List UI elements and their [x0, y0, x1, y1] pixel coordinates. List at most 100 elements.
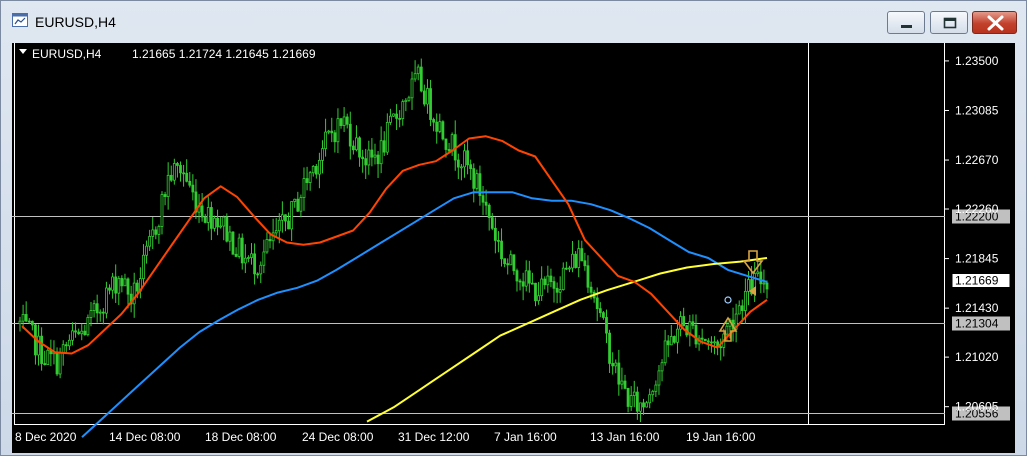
candle-body [456, 159, 460, 168]
candle-body [450, 134, 454, 152]
candle-body [657, 370, 661, 386]
window-title: EURUSD,H4 [35, 14, 116, 30]
candle-body [676, 328, 679, 343]
candle-body [24, 314, 28, 322]
candle-body [64, 344, 68, 347]
candle-body [348, 123, 352, 147]
candle-body [422, 90, 426, 105]
candle-body [163, 194, 167, 197]
candle-body [206, 207, 210, 223]
price-chart-canvas[interactable]: EURUSD,H4 1.21665 1.21724 1.21645 1.2166… [12, 43, 1015, 453]
candle-body [691, 321, 695, 326]
x-tick-label: 24 Dec 08:00 [302, 430, 374, 444]
candle-body [172, 163, 176, 181]
candle-body [287, 220, 290, 230]
candle-body [401, 101, 405, 120]
candle-body [142, 254, 145, 279]
candle-body [543, 278, 547, 286]
candle-body [253, 253, 256, 275]
y-tick-label: 1.22670 [955, 153, 999, 167]
candle-body [589, 286, 593, 293]
candle-body [438, 121, 442, 132]
candle-body [355, 137, 358, 151]
candle-body [364, 158, 368, 166]
x-tick-label: 19 Jan 16:00 [686, 430, 756, 444]
candle-body [321, 148, 324, 161]
terminal-chart-window: EURUSD,H4 EURUSD,H4 1.21665 1.21724 1.21… [0, 0, 1027, 456]
candle-body [55, 351, 59, 375]
candle-body [351, 145, 355, 151]
minimize-button[interactable] [887, 11, 925, 34]
candle-body [358, 137, 361, 158]
x-tick-label: 18 Dec 08:00 [205, 430, 277, 444]
candle-body [515, 270, 519, 282]
ma-mid-line[interactable] [81, 191, 768, 438]
candle-body [265, 239, 269, 253]
candle-body [250, 253, 253, 258]
chart-menu-triangle-icon[interactable] [19, 49, 27, 54]
candle-body [602, 312, 605, 318]
price-chart[interactable]: EURUSD,H4 1.21665 1.21724 1.21645 1.2166… [12, 43, 1015, 453]
candle-body [660, 362, 664, 372]
order-point-icon[interactable] [724, 296, 732, 304]
candle-body [382, 140, 386, 153]
candle-body [700, 337, 704, 340]
candle-body [305, 178, 309, 183]
candle-body [117, 278, 121, 294]
chart-window-icon [12, 13, 28, 27]
candle-body [626, 387, 630, 407]
candle-body [188, 180, 192, 186]
candle-body [475, 173, 479, 189]
candle-body [46, 349, 50, 365]
horizontal-line-price-label: 1.21304 [955, 317, 999, 331]
candle-body [561, 267, 565, 290]
candle-body [376, 154, 380, 165]
sell-arrow-icon[interactable] [742, 250, 764, 275]
candle-body [123, 278, 127, 287]
maximize-button[interactable] [930, 11, 968, 34]
candle-body [429, 88, 432, 120]
candle-body [762, 282, 766, 285]
candle-body [259, 264, 263, 275]
candle-body [154, 229, 158, 235]
candle-body [302, 178, 306, 198]
chart-ohlc-values: 1.21665 1.21724 1.21645 1.21669 [132, 47, 316, 61]
candle-body [151, 229, 155, 237]
candle-body [392, 113, 395, 117]
candle-body [407, 97, 411, 101]
candle-body [262, 251, 266, 266]
candle-body [651, 390, 655, 396]
candle-body [416, 66, 420, 75]
minimize-icon [901, 25, 912, 28]
candle-body [611, 362, 615, 367]
candle-body [743, 290, 747, 311]
candle-body [460, 166, 463, 169]
candle-body [277, 219, 281, 232]
candle-body [67, 339, 71, 347]
close-button[interactable] [972, 11, 1017, 34]
candle-body [126, 278, 130, 295]
candle-body [765, 282, 769, 290]
candle-body [521, 281, 525, 287]
candle-body [222, 216, 226, 227]
candle-body [296, 198, 300, 212]
candle-body [669, 336, 673, 346]
ma-slow-line[interactable] [366, 257, 768, 423]
candle-body [345, 116, 349, 125]
candle-body [182, 172, 185, 175]
candle-body [318, 159, 321, 175]
candle-body [284, 214, 287, 222]
candle-body [682, 316, 686, 327]
title-bar[interactable]: EURUSD,H4 [1, 1, 1026, 39]
candle-body [339, 118, 343, 126]
candle-body [166, 174, 170, 197]
candle-body [367, 149, 371, 166]
candle-body [441, 121, 445, 140]
ma-fast-line[interactable] [21, 135, 768, 355]
candle-body [216, 217, 219, 228]
candle-body [225, 216, 229, 242]
candle-body [713, 341, 716, 344]
candle-body [108, 287, 111, 291]
x-tick-label: 14 Dec 08:00 [109, 430, 181, 444]
candle-body [490, 217, 494, 229]
